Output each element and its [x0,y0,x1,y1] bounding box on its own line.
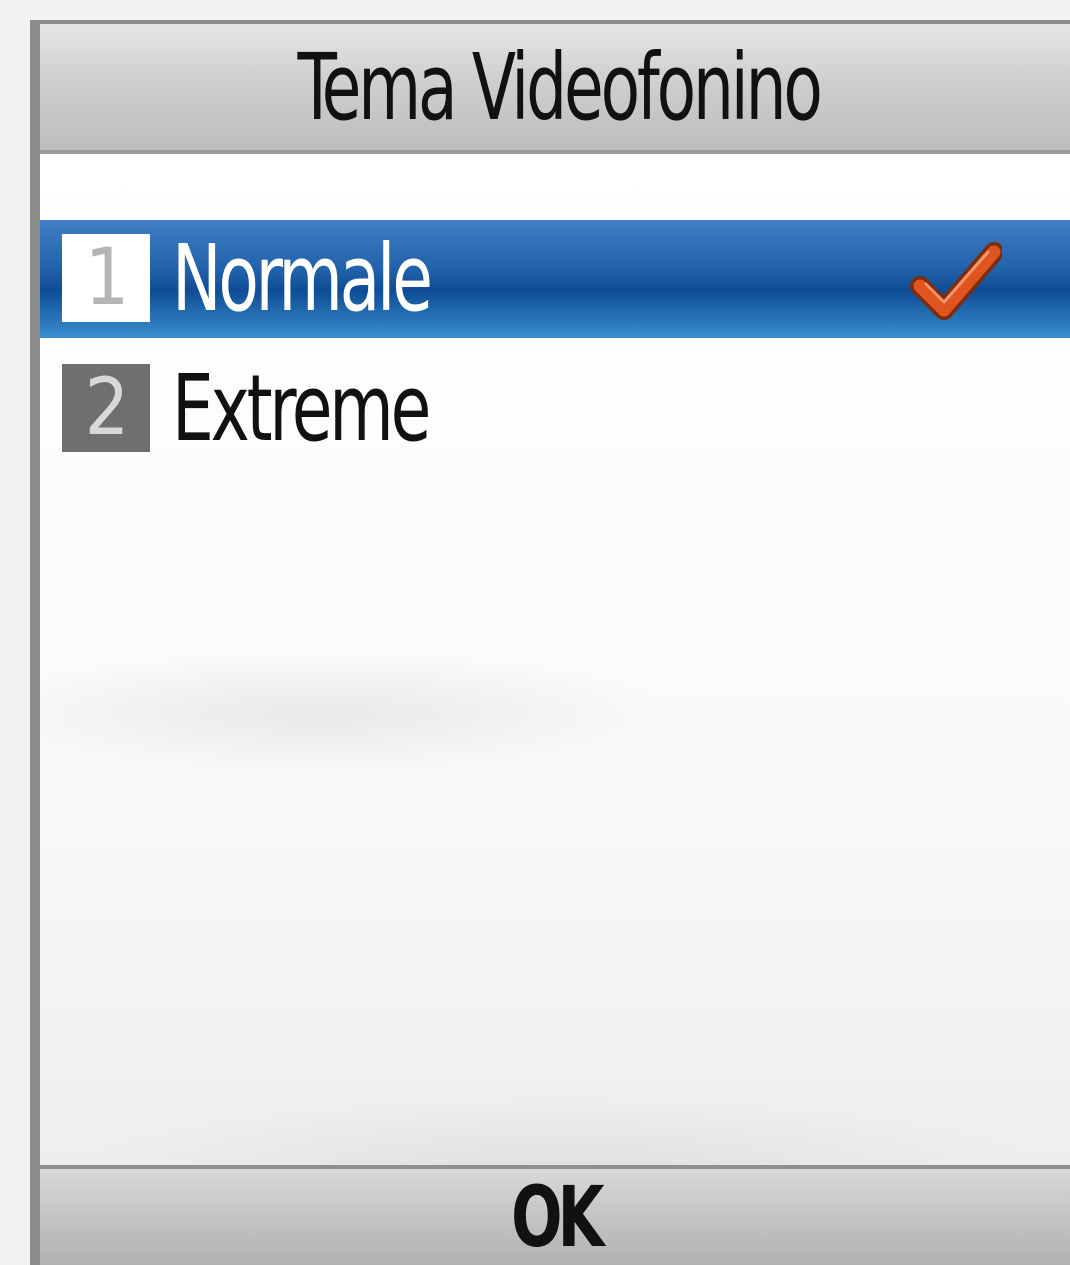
ok-softkey[interactable]: OK [511,1168,604,1265]
softkey-bar: OK [40,1165,1070,1265]
list-item-normale[interactable]: 1 Normale [40,220,1070,338]
title-bar: Tema Videofonino [40,24,1070,154]
screen-title: Tema Videofonino [297,33,823,141]
checkmark-icon [910,242,1002,320]
phone-screen: Tema Videofonino 1 Normale 2 Extreme OK [30,20,1070,1265]
options-list: 1 Normale 2 Extreme [40,154,1070,1169]
item-number-badge: 2 [62,363,150,453]
item-number-badge: 1 [62,233,150,323]
item-label: Normale [172,225,433,332]
list-item-extreme[interactable]: 2 Extreme [40,350,1070,468]
item-label: Extreme [172,355,431,462]
